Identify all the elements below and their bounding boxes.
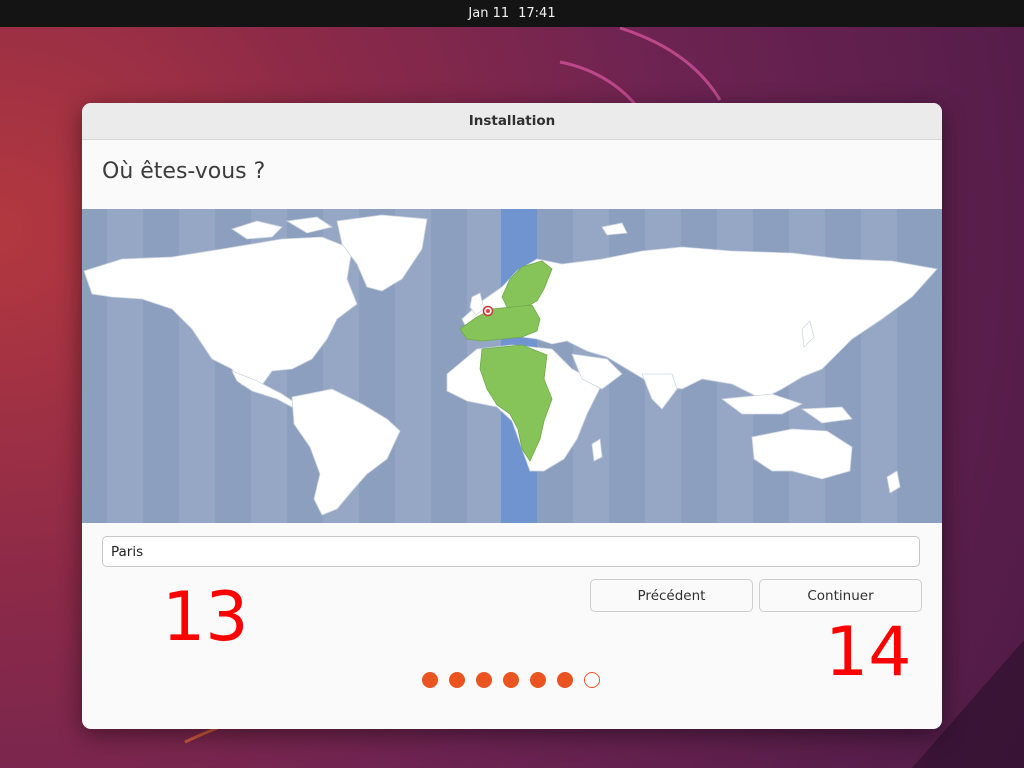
- location-marker-icon: [482, 305, 494, 317]
- location-input[interactable]: [102, 536, 920, 567]
- progress-dots: [422, 672, 600, 688]
- clock-time[interactable]: 17:41: [518, 6, 555, 21]
- progress-dot-current: [584, 672, 600, 688]
- annotation-label-right: 14: [825, 613, 912, 692]
- progress-dot-complete: [503, 672, 519, 688]
- top-bar: Jan 11 17:41: [0, 0, 1024, 27]
- window-title: Installation: [468, 113, 556, 129]
- continue-button[interactable]: Continuer: [759, 579, 922, 612]
- progress-dot-complete: [530, 672, 546, 688]
- progress-dot-complete: [449, 672, 465, 688]
- window-titlebar[interactable]: Installation: [82, 103, 942, 140]
- annotation-label-left: 13: [162, 578, 249, 657]
- page-title: Où êtes-vous ?: [102, 159, 266, 184]
- previous-button[interactable]: Précédent: [590, 579, 753, 612]
- progress-dot-complete: [557, 672, 573, 688]
- progress-dot-complete: [476, 672, 492, 688]
- timezone-map[interactable]: [82, 209, 942, 523]
- progress-dot-complete: [422, 672, 438, 688]
- clock-date[interactable]: Jan 11: [468, 6, 509, 21]
